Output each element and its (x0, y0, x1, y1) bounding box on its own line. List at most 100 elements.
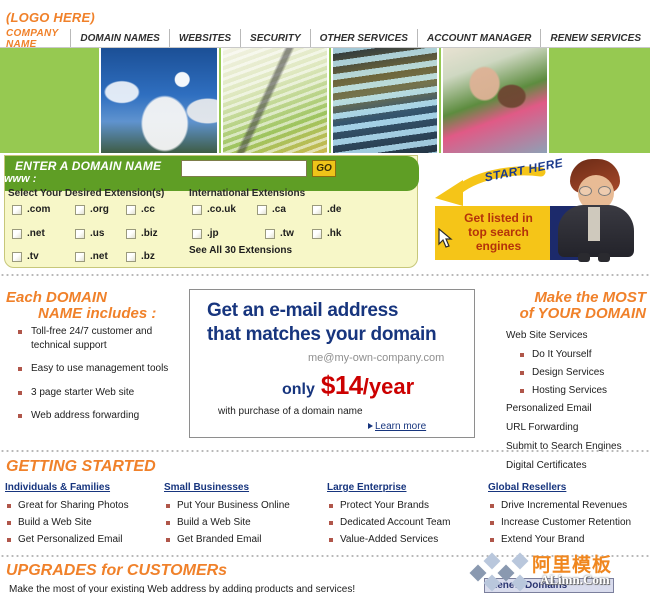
item-text: Extend Your Brand (501, 534, 585, 545)
feature-text: Web address forwarding (31, 410, 140, 421)
nav-item-security[interactable]: SECURITY (240, 29, 310, 48)
column-heading[interactable]: Small Businesses (164, 482, 319, 493)
extension-label: .tw (280, 228, 294, 239)
extension-label: .ca (272, 204, 286, 215)
column-heading[interactable]: Global Resellers (488, 482, 650, 493)
item-text: Increase Customer Retention (501, 517, 632, 528)
go-button[interactable]: GO (312, 160, 336, 177)
main-navigation: COMPANY NAME DOMAIN NAMES WEBSITES SECUR… (0, 28, 650, 50)
list-item[interactable]: Increase Customer Retention (488, 517, 650, 528)
list-item[interactable]: Do It Yourself (520, 349, 650, 360)
nav-item-websites[interactable]: WEBSITES (168, 29, 240, 48)
list-item[interactable]: Value-Added Services (327, 534, 482, 545)
learn-more-link[interactable]: Learn more (375, 421, 426, 432)
extension-checkbox-cc[interactable]: .cc (126, 204, 155, 215)
extension-checkbox-bz[interactable]: .bz (126, 251, 155, 262)
extension-label: .cc (141, 204, 155, 215)
extension-checkbox-ca[interactable]: .ca (257, 204, 286, 215)
checkbox-icon[interactable] (265, 228, 275, 239)
bullet-icon (520, 371, 524, 375)
extension-label: .hk (327, 228, 342, 239)
item-text: Drive Incremental Revenues (501, 500, 628, 511)
extension-checkbox-tw[interactable]: .tw (265, 228, 294, 239)
list-item[interactable]: Extend Your Brand (488, 534, 650, 545)
extension-checkbox-tv[interactable]: .tv (12, 251, 39, 262)
checkbox-icon[interactable] (192, 228, 202, 239)
checkbox-icon[interactable] (126, 228, 136, 239)
extension-checkbox-us[interactable]: .us (75, 228, 104, 239)
nav-item-other-services[interactable]: OTHER SERVICES (309, 29, 417, 48)
make-most-heading-line1: Make the MOST (534, 289, 646, 306)
checkbox-icon[interactable] (312, 204, 322, 215)
extension-checkbox-jp[interactable]: .jp (192, 228, 219, 239)
checkbox-icon[interactable] (75, 228, 85, 239)
nav-item-renew-services[interactable]: RENEW SERVICES (540, 29, 650, 48)
checkbox-icon[interactable] (126, 204, 136, 215)
checkbox-icon[interactable] (12, 251, 22, 262)
extension-checkbox-hk[interactable]: .hk (312, 228, 341, 239)
feature-text: Easy to use management tools (31, 363, 169, 374)
list-item[interactable]: Great for Sharing Photos (5, 500, 160, 511)
extension-label: .us (90, 228, 105, 239)
column-heading[interactable]: Individuals & Families (5, 482, 160, 493)
web-site-services-label[interactable]: Web Site Services (506, 330, 650, 341)
item-text: Protect Your Brands (340, 500, 429, 511)
extension-checkbox-net[interactable]: .net (12, 228, 45, 239)
extension-label: .jp (207, 228, 219, 239)
checkbox-icon[interactable] (75, 251, 85, 262)
price-only-label: only (282, 381, 315, 398)
item-text: Dedicated Account Team (340, 517, 451, 528)
item-text: Great for Sharing Photos (18, 500, 129, 511)
list-item[interactable]: Drive Incremental Revenues (488, 500, 650, 511)
mouse-cursor-icon (438, 228, 453, 248)
service-url-forwarding[interactable]: URL Forwarding (506, 422, 650, 433)
list-item[interactable]: Get Branded Email (164, 534, 319, 545)
domain-name-input[interactable] (181, 160, 307, 177)
keyboard-photo (331, 48, 439, 153)
checkbox-icon[interactable] (12, 204, 22, 215)
checkbox-icon[interactable] (126, 251, 136, 262)
service-digital-certificates[interactable]: Digital Certificates (506, 460, 650, 471)
extension-checkbox-couk[interactable]: .co.uk (192, 204, 236, 215)
column-heading[interactable]: Large Enterprise (327, 482, 482, 493)
bullet-icon (329, 521, 333, 525)
extension-checkbox-biz[interactable]: .biz (126, 228, 158, 239)
woman-photo (552, 159, 636, 264)
make-most-heading-line2: of YOUR DOMAIN (519, 304, 646, 322)
each-domain-heading: Each DOMAIN NAME includes : (6, 290, 156, 322)
checkbox-icon[interactable] (12, 228, 22, 239)
nav-item-account-manager[interactable]: ACCOUNT MANAGER (416, 29, 540, 48)
item-text: Put Your Business Online (177, 500, 290, 511)
list-item[interactable]: Dedicated Account Team (327, 517, 482, 528)
list-item[interactable]: Build a Web Site (5, 517, 160, 528)
checkbox-icon[interactable] (192, 204, 202, 215)
list-item[interactable]: Build a Web Site (164, 517, 319, 528)
list-item[interactable]: Hosting Services (520, 385, 650, 396)
extension-checkbox-org[interactable]: .org (75, 204, 109, 215)
extension-checkbox-com[interactable]: .com (12, 204, 50, 215)
list-item[interactable]: Protect Your Brands (327, 500, 482, 511)
list-item[interactable]: Design Services (520, 367, 650, 378)
extension-label: .net (90, 251, 108, 262)
list-item: 3 page starter Web site (14, 386, 179, 400)
bullet-icon (7, 504, 11, 508)
list-item: Toll-free 24/7 customer and technical su… (14, 325, 179, 352)
extension-label: .net (27, 228, 45, 239)
see-all-extensions-link[interactable]: See All 30 Extensions (189, 245, 292, 256)
extension-checkbox-net-2[interactable]: .net (75, 251, 108, 262)
search-engine-promo: START HERE Get listed in top search engi… (424, 156, 650, 268)
service-personalized-email[interactable]: Personalized Email (506, 403, 650, 414)
nav-item-domain-names[interactable]: DOMAIN NAMES (70, 29, 168, 48)
list-item[interactable]: Get Personalized Email (5, 534, 160, 545)
checkbox-icon[interactable] (75, 204, 85, 215)
renew-domains-button[interactable]: Renew Domains (484, 578, 614, 593)
extension-checkbox-de[interactable]: .de (312, 204, 341, 215)
checkbox-icon[interactable] (257, 204, 267, 215)
list-item[interactable]: Put Your Business Online (164, 500, 319, 511)
checkbox-icon[interactable] (312, 228, 322, 239)
bullet-icon (520, 389, 524, 393)
service-sub-text: Hosting Services (532, 385, 608, 396)
bullet-icon (18, 330, 22, 334)
domain-features-list: Toll-free 24/7 customer and technical su… (14, 325, 179, 433)
section-divider-3 (0, 555, 650, 557)
